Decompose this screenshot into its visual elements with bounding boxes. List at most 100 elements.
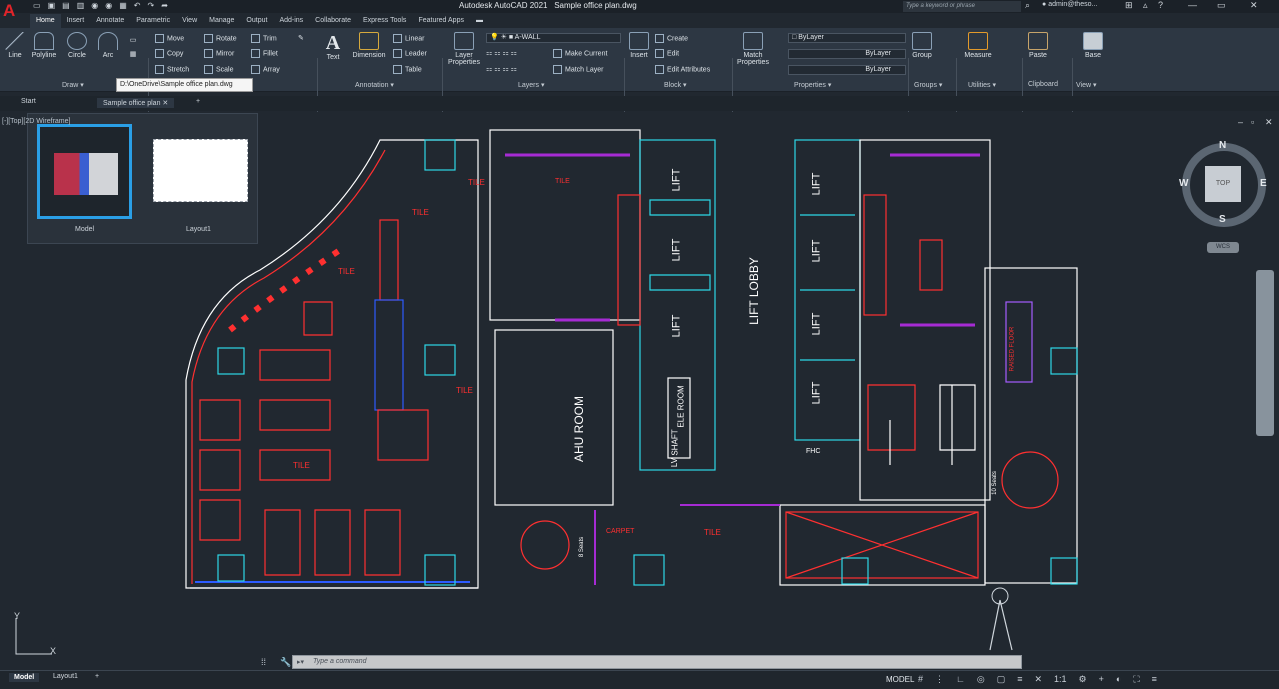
command-history-icon[interactable]: ▸▾ — [297, 658, 304, 666]
annotation-panel-title[interactable]: Annotation ▾ — [355, 81, 394, 89]
save-icon[interactable]: ▤ — [62, 1, 70, 10]
model-space-toggle[interactable]: MODEL — [886, 675, 914, 684]
edit-block-button[interactable]: Edit — [655, 49, 679, 58]
tab-annotate[interactable]: Annotate — [90, 14, 130, 28]
osnap-icon[interactable]: ▢ — [997, 674, 1006, 685]
tab-output[interactable]: Output — [240, 14, 273, 28]
status-tab-model[interactable]: Model — [9, 673, 40, 682]
leader-button[interactable]: Leader — [393, 49, 427, 58]
web-open-icon[interactable]: ◉ — [91, 1, 98, 10]
wcs-menu[interactable]: WCS — [1207, 242, 1239, 253]
make-current-button[interactable]: Make Current — [553, 49, 607, 58]
view-panel-title[interactable]: View ▾ — [1076, 81, 1097, 89]
lineweight-dropdown[interactable]: ByLayer — [788, 65, 906, 75]
layer-tools-icon[interactable]: ⚏ ⚏ ⚏ ⚏ — [486, 49, 517, 57]
add-layout-icon[interactable]: + — [95, 673, 99, 680]
fillet-button[interactable]: Fillet — [251, 49, 278, 58]
autocad-logo[interactable]: A — [3, 1, 22, 23]
viewport-controls[interactable]: [-][Top][2D Wireframe] — [2, 118, 70, 125]
menu-icon[interactable]: ≡ — [1152, 674, 1157, 685]
group-button[interactable]: Group — [910, 32, 934, 59]
viewport-restore-icon[interactable]: ▫ — [1251, 117, 1254, 127]
draw-panel-title[interactable]: Draw ▾ — [62, 81, 84, 89]
paste-button[interactable]: Paste — [1025, 32, 1051, 59]
tab-sample-office-plan[interactable]: Sample office plan ✕ — [97, 98, 175, 108]
text-button[interactable]: A Text — [322, 32, 344, 61]
minimize-icon[interactable]: — — [1188, 0, 1197, 10]
print-icon[interactable]: ▦ — [119, 1, 127, 10]
linetype-dropdown[interactable]: ByLayer — [788, 49, 906, 59]
close-icon[interactable]: ✕ — [1250, 0, 1258, 11]
settings-icon[interactable]: ⚙ — [1079, 674, 1087, 685]
array-button[interactable]: Array — [251, 65, 280, 74]
new-file-icon[interactable]: ▭ — [33, 1, 41, 10]
tab-home[interactable]: Home — [30, 14, 61, 28]
search-icon[interactable]: ⌕ — [1025, 0, 1030, 11]
new-tab-icon[interactable]: + — [196, 98, 200, 105]
hatch-icon[interactable]: ▦ — [123, 50, 143, 58]
undo-icon[interactable]: ↶ — [134, 1, 141, 10]
navigation-bar[interactable] — [1256, 270, 1274, 436]
compass-east[interactable]: E — [1260, 178, 1267, 189]
properties-panel-title[interactable]: Properties ▾ — [794, 81, 831, 89]
layout1-thumbnail[interactable] — [153, 139, 248, 202]
close-tab-icon[interactable]: ✕ — [162, 100, 168, 107]
compass-west[interactable]: W — [1179, 178, 1188, 189]
edit-attributes-button[interactable]: Edit Attributes — [655, 65, 710, 74]
tab-addins[interactable]: Add-ins — [273, 14, 309, 28]
layer-tools-icon[interactable]: ⚏ ⚏ ⚏ ⚏ — [486, 65, 517, 73]
viewport-close-icon[interactable]: ✕ — [1265, 117, 1273, 128]
color-dropdown[interactable]: □ ByLayer — [788, 33, 906, 43]
account-icon[interactable]: ▵ — [1143, 0, 1148, 11]
erase-icon[interactable]: ✎ — [298, 34, 304, 42]
web-save-icon[interactable]: ◉ — [105, 1, 112, 10]
search-field[interactable]: Type a keyword or phrase — [903, 1, 1021, 12]
help-icon[interactable]: ? — [1158, 0, 1163, 10]
linear-button[interactable]: Linear — [393, 34, 424, 43]
utilities-panel-title[interactable]: Utilities ▾ — [968, 81, 996, 89]
grid-icon[interactable]: # — [918, 674, 923, 685]
tab-express-tools[interactable]: Express Tools — [357, 14, 412, 28]
layers-panel-title[interactable]: Layers ▾ — [518, 81, 544, 89]
groups-panel-title[interactable]: Groups ▾ — [914, 81, 942, 89]
viewcube-top[interactable]: TOP — [1205, 166, 1241, 202]
redo-icon[interactable]: ↷ — [147, 1, 154, 10]
save-as-icon[interactable]: ▥ — [77, 1, 85, 10]
rectangle-icon[interactable]: ▭ — [123, 36, 143, 44]
move-button[interactable]: Move — [155, 34, 184, 43]
share-icon[interactable]: ➦ — [161, 1, 168, 10]
base-view-button[interactable]: Base — [1081, 32, 1105, 59]
circle-button[interactable]: Circle — [64, 32, 90, 59]
dimension-button[interactable]: Dimension — [347, 32, 391, 59]
customize-icon[interactable]: 🔧 — [280, 657, 291, 668]
stretch-button[interactable]: Stretch — [155, 65, 189, 74]
mirror-button[interactable]: Mirror — [204, 49, 234, 58]
model-thumbnail[interactable] — [37, 124, 132, 219]
tab-view[interactable]: View — [176, 14, 203, 28]
compass-south[interactable]: S — [1219, 214, 1226, 225]
measure-button[interactable]: Measure — [960, 32, 996, 59]
layer-dropdown[interactable]: 💡 ☀ ■ A-WALL — [486, 33, 621, 43]
add-icon[interactable]: + — [1099, 674, 1104, 685]
command-line-close-icon[interactable]: ⁞⁞ — [261, 657, 266, 667]
match-layer-button[interactable]: Match Layer — [553, 65, 604, 74]
maximize-icon[interactable]: ▭ — [1217, 0, 1226, 11]
snap-icon[interactable]: ⋮ — [935, 674, 944, 685]
panel-toggle-icon[interactable]: ▬ — [470, 14, 489, 28]
layer-properties-button[interactable]: Layer Properties — [444, 32, 484, 66]
insert-button[interactable]: Insert — [627, 32, 651, 59]
tab-featured-apps[interactable]: Featured Apps — [412, 14, 470, 28]
table-button[interactable]: Table — [393, 65, 422, 74]
tab-collaborate[interactable]: Collaborate — [309, 14, 357, 28]
create-block-button[interactable]: Create — [655, 34, 688, 43]
scale-value[interactable]: 1:1 — [1054, 674, 1067, 685]
annotation-scale-icon[interactable]: ✕ — [1034, 674, 1042, 685]
fullscreen-icon[interactable]: ⛶ — [1133, 674, 1139, 685]
polar-icon[interactable]: ◎ — [977, 674, 985, 685]
line-button[interactable]: Line — [4, 32, 26, 59]
rotate-button[interactable]: Rotate — [204, 34, 237, 43]
compass-north[interactable]: N — [1219, 140, 1226, 151]
trim-button[interactable]: Trim — [251, 34, 277, 43]
tab-insert[interactable]: Insert — [61, 14, 91, 28]
tab-parametric[interactable]: Parametric — [130, 14, 176, 28]
